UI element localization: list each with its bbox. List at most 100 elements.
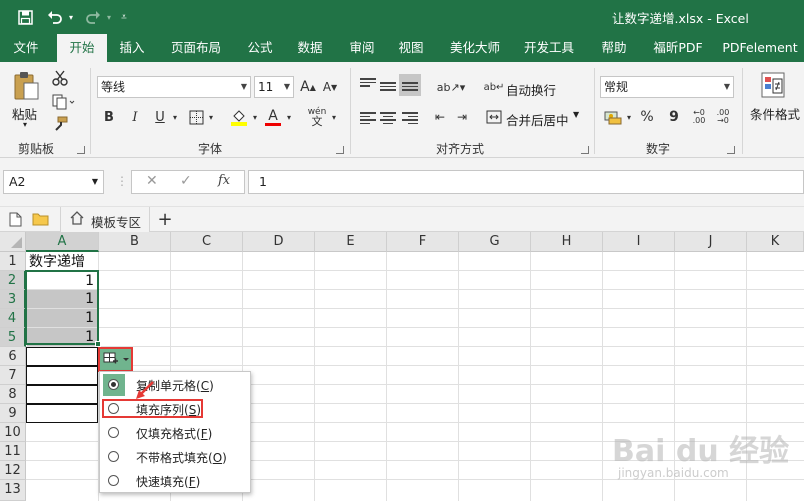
row-header-7[interactable]: 7 <box>0 366 26 385</box>
paste-icon[interactable] <box>10 70 42 102</box>
cut-icon[interactable] <box>50 68 70 88</box>
row-header-12[interactable]: 12 <box>0 461 26 480</box>
row-header-9[interactable]: 9 <box>0 404 26 423</box>
col-header-a[interactable]: A <box>26 232 99 252</box>
conditional-formatting-icon[interactable] <box>758 70 788 102</box>
row-header-13[interactable]: 13 <box>0 480 26 501</box>
undo-dropdown-icon[interactable]: ▾ <box>66 7 76 27</box>
menu-item-copy-cells[interactable]: 复制单元格(C) <box>100 373 250 397</box>
decrease-indent-icon[interactable]: ⇤ <box>430 106 450 128</box>
accounting-dropdown-icon[interactable]: ▾ <box>624 106 634 128</box>
font-size-select[interactable]: 11 ▼ <box>254 76 294 98</box>
increase-font-size-button[interactable]: A ▲ <box>298 76 318 98</box>
row-header-1[interactable]: 1 <box>0 252 26 271</box>
col-header-j[interactable]: J <box>675 232 747 252</box>
underline-dropdown-icon[interactable]: ▾ <box>170 106 180 128</box>
cell-a8[interactable] <box>26 385 98 404</box>
decrease-font-size-button[interactable]: A ▼ <box>320 76 340 98</box>
folder-icon[interactable] <box>30 210 50 228</box>
cell-a1[interactable]: 数字递增 <box>29 253 99 271</box>
row-header-5[interactable]: 5 <box>0 328 26 347</box>
col-header-g[interactable]: G <box>459 232 531 252</box>
increase-indent-icon[interactable]: ⇥ <box>452 106 472 128</box>
col-header-k[interactable]: K <box>747 232 804 252</box>
align-center-icon[interactable] <box>380 110 396 126</box>
cell-a7[interactable] <box>26 366 98 385</box>
conditional-formatting-button[interactable]: 条件格式 <box>750 104 800 123</box>
number-launcher-icon[interactable] <box>727 146 735 154</box>
bold-button[interactable]: B <box>99 106 119 128</box>
col-header-f[interactable]: F <box>387 232 459 252</box>
redo-icon[interactable] <box>82 7 104 27</box>
tab-home[interactable]: 开始 <box>57 34 107 64</box>
auto-fill-options-button[interactable] <box>98 347 133 372</box>
cell-a9[interactable] <box>26 404 98 423</box>
formula-input[interactable]: 1 <box>248 170 804 194</box>
customize-icon[interactable]: ⩡ <box>118 7 130 27</box>
tab-view[interactable]: 视图 <box>389 34 433 62</box>
merge-center-icon[interactable] <box>485 106 503 128</box>
select-all-corner[interactable] <box>0 232 26 252</box>
italic-button[interactable]: I <box>125 106 145 128</box>
borders-icon[interactable] <box>186 106 206 128</box>
enter-icon[interactable]: ✓ <box>180 173 192 189</box>
tab-page-layout[interactable]: 页面布局 <box>166 34 226 62</box>
font-color-button[interactable]: A <box>263 106 283 128</box>
cell-a6[interactable] <box>26 347 98 366</box>
alignment-launcher-icon[interactable] <box>581 146 589 154</box>
row-header-10[interactable]: 10 <box>0 423 26 442</box>
add-tab-button[interactable]: + <box>154 208 176 230</box>
tab-insert[interactable]: 插入 <box>110 34 154 62</box>
fill-color-icon[interactable] <box>228 106 250 128</box>
col-header-b[interactable]: B <box>99 232 171 252</box>
redo-dropdown-icon[interactable]: ▾ <box>104 7 114 27</box>
font-launcher-icon[interactable] <box>336 146 344 154</box>
underline-button[interactable]: U <box>150 106 170 128</box>
font-color-dropdown-icon[interactable]: ▾ <box>284 106 294 128</box>
copy-icon[interactable] <box>50 92 78 112</box>
align-top-icon[interactable] <box>360 76 376 89</box>
col-header-i[interactable]: I <box>603 232 675 252</box>
paste-dropdown-icon[interactable]: ▾ <box>23 120 27 129</box>
borders-dropdown-icon[interactable]: ▾ <box>206 106 216 128</box>
phonetic-button[interactable]: wén 文 <box>304 104 330 130</box>
tab-pdfelement[interactable]: PDFelement <box>720 34 800 62</box>
font-name-select[interactable]: 等线 ▼ <box>97 76 251 98</box>
clipboard-launcher-icon[interactable] <box>77 146 85 154</box>
fill-color-dropdown-icon[interactable]: ▾ <box>250 106 260 128</box>
col-header-d[interactable]: D <box>243 232 315 252</box>
tab-developer[interactable]: 开发工具 <box>518 34 580 62</box>
tab-review[interactable]: 审阅 <box>340 34 384 62</box>
merge-dropdown-icon[interactable]: ▼ <box>573 110 579 119</box>
row-header-3[interactable]: 3 <box>0 290 26 309</box>
tab-help[interactable]: 帮助 <box>592 34 636 62</box>
phonetic-dropdown-icon[interactable]: ▾ <box>329 106 339 128</box>
format-painter-icon[interactable] <box>50 114 70 134</box>
menu-item-flash-fill[interactable]: 快速填充(F) <box>100 469 250 493</box>
align-left-icon[interactable] <box>360 110 376 126</box>
tab-formulas[interactable]: 公式 <box>238 34 282 62</box>
row-header-2[interactable]: 2 <box>0 271 26 290</box>
insert-function-button[interactable]: fx <box>218 173 230 188</box>
col-header-e[interactable]: E <box>315 232 387 252</box>
decrease-decimal-icon[interactable]: .00 →0 <box>712 106 734 128</box>
tab-template-zone[interactable]: 模板专区 <box>60 207 150 233</box>
align-right-icon[interactable] <box>402 110 418 126</box>
comma-style-button[interactable]: 9 <box>665 106 683 128</box>
new-file-icon[interactable] <box>6 210 24 228</box>
number-format-select[interactable]: 常规 ▼ <box>600 76 734 98</box>
row-header-6[interactable]: 6 <box>0 347 26 366</box>
increase-decimal-icon[interactable]: ←0.00 <box>688 106 710 128</box>
splitter-handle-icon[interactable]: ⋮ <box>116 174 128 188</box>
col-header-c[interactable]: C <box>171 232 243 252</box>
wrap-text-button[interactable]: 自动换行 <box>506 80 556 99</box>
row-header-4[interactable]: 4 <box>0 309 26 328</box>
merge-center-button[interactable]: 合并后居中 <box>506 110 569 129</box>
tab-data[interactable]: 数据 <box>288 34 332 62</box>
row-header-11[interactable]: 11 <box>0 442 26 461</box>
col-header-h[interactable]: H <box>531 232 603 252</box>
tab-foxit-pdf[interactable]: 福昕PDF <box>645 34 711 62</box>
wrap-text-icon[interactable]: ab↵ <box>484 76 505 98</box>
name-box[interactable]: A2 ▼ <box>3 170 104 194</box>
percent-style-button[interactable]: % <box>638 106 656 128</box>
